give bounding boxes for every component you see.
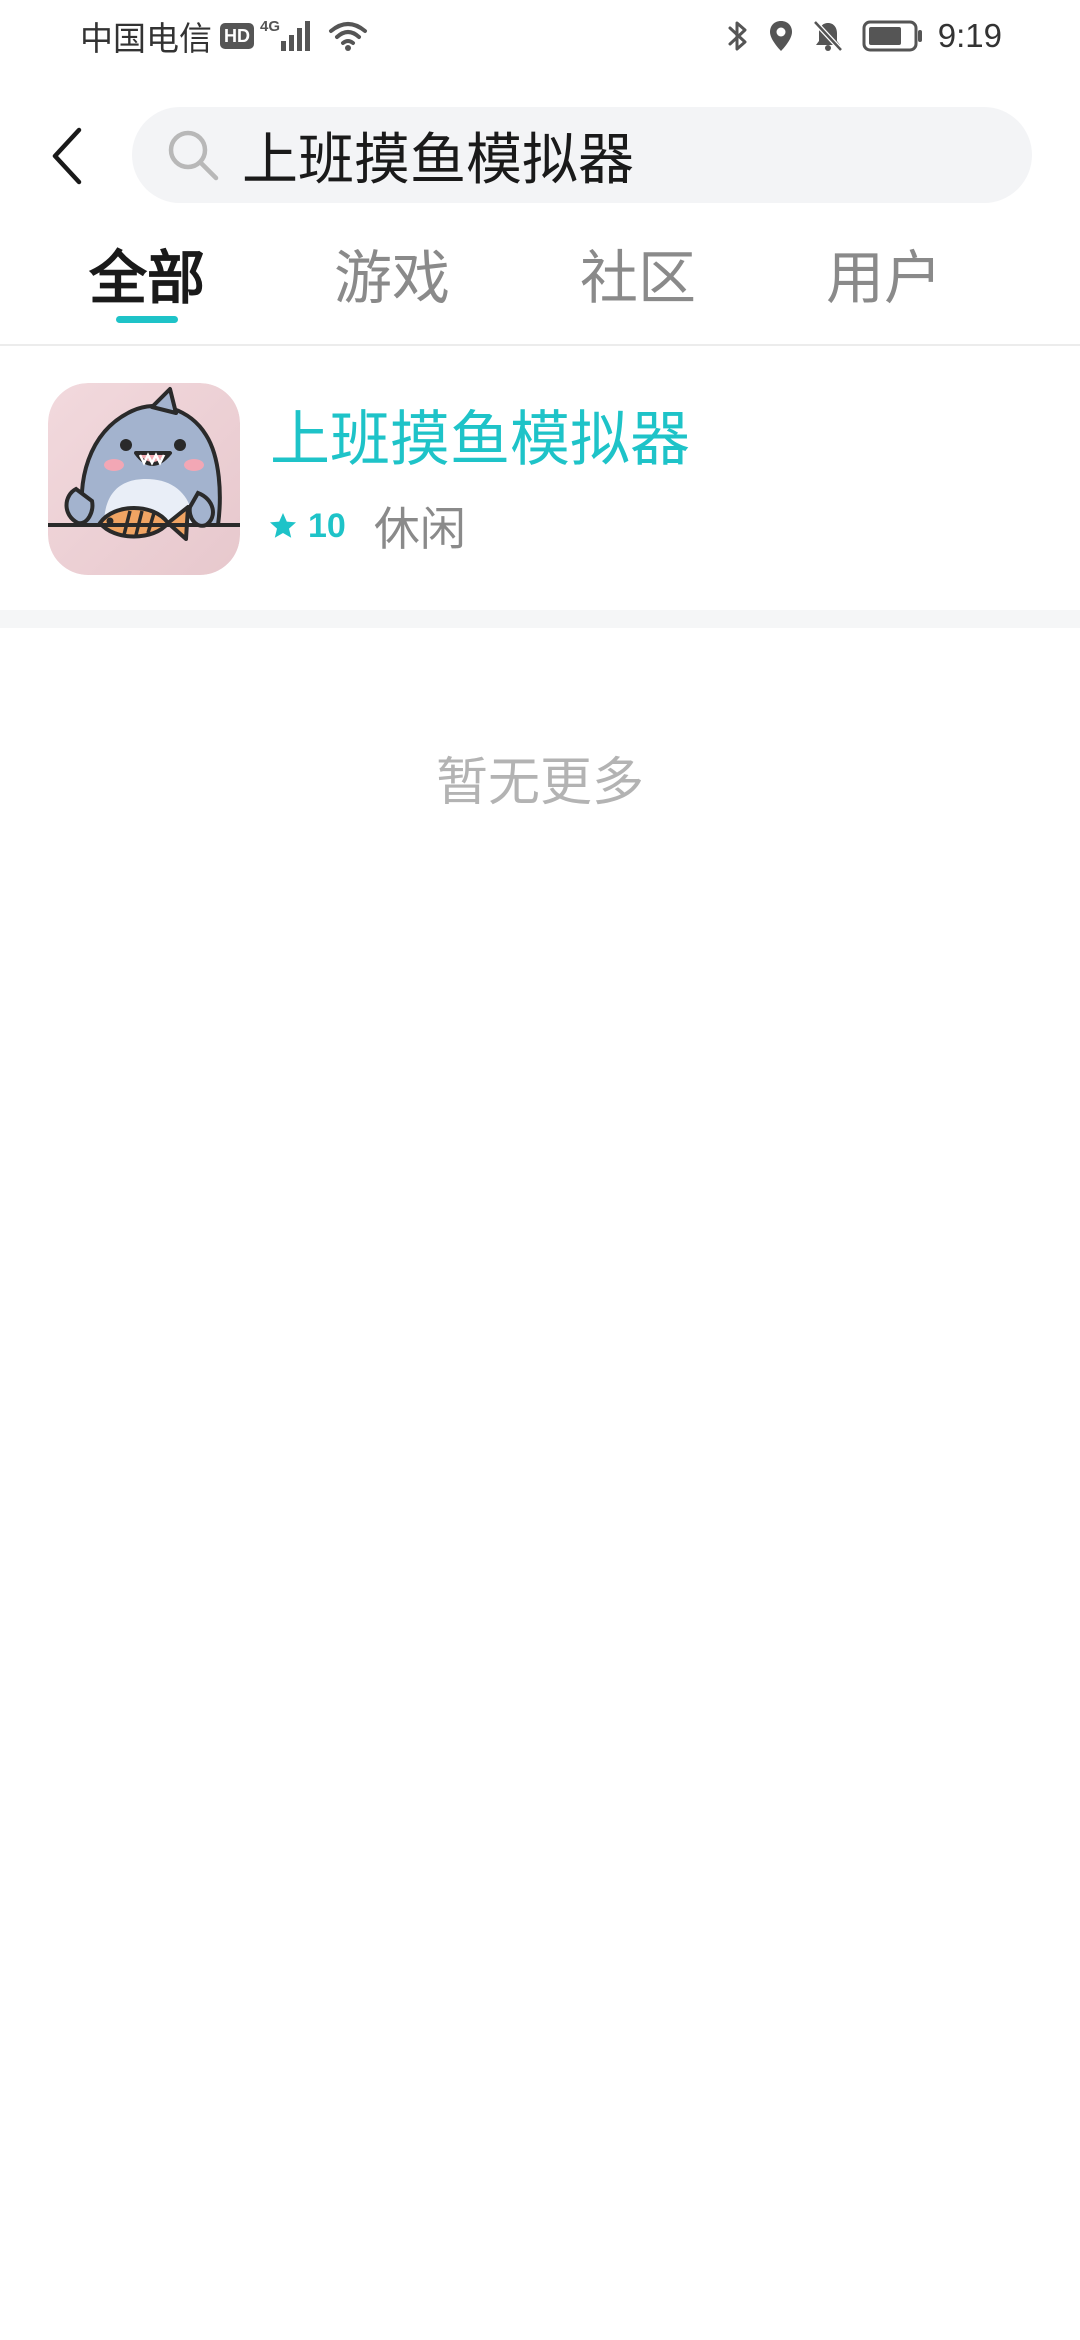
section-divider: [0, 610, 1080, 628]
search-bar[interactable]: [132, 107, 1032, 203]
status-left: 中国电信 HD 4G: [80, 12, 368, 60]
battery-icon: [862, 20, 922, 52]
active-tab-indicator: [116, 316, 178, 323]
category-tag: 休闲: [373, 502, 466, 556]
star-icon: [270, 513, 296, 538]
carrier-name: 中国电信: [80, 19, 212, 58]
shark-holding-fish-app-icon[interactable]: [48, 383, 240, 575]
result-title[interactable]: 上班摸鱼模拟器: [270, 402, 690, 478]
network-type-label: 4G: [260, 18, 281, 35]
wifi-icon: [329, 22, 367, 51]
search-results-page: 中国电信 HD 4G 9:19 上班摸鱼模拟器 全部 游戏 社区 用户 上班摸鱼…: [0, 0, 1080, 2340]
back-button[interactable]: [36, 116, 98, 196]
location-icon: [769, 21, 792, 51]
hd-badge: HD: [220, 23, 254, 49]
clock: 9:19: [937, 17, 1002, 54]
search-icon: [164, 126, 222, 184]
back-arrow-icon: [52, 127, 82, 185]
tab-users[interactable]: 用户: [794, 240, 974, 316]
signal-icon: [281, 21, 310, 51]
bluetooth-icon: [728, 21, 747, 51]
tab-games[interactable]: 游戏: [302, 240, 482, 316]
search-input[interactable]: [242, 122, 1002, 188]
tab-all[interactable]: 全部: [57, 240, 237, 316]
notifications-off-icon: [812, 20, 843, 52]
tab-bar: 全部 游戏 社区 用户: [0, 232, 1080, 344]
rating-value: 10: [308, 506, 346, 545]
tab-community[interactable]: 社区: [548, 240, 728, 316]
no-more-results-text: 暂无更多: [435, 753, 644, 813]
result-meta: 10 休闲: [268, 496, 466, 556]
result-item[interactable]: 上班摸鱼模拟器 10 休闲: [0, 346, 1080, 610]
network-type-indicator: 4G: [260, 16, 281, 56]
status-bar: 中国电信 HD 4G 9:19: [0, 0, 1080, 72]
status-right: 9:19: [726, 12, 1002, 60]
